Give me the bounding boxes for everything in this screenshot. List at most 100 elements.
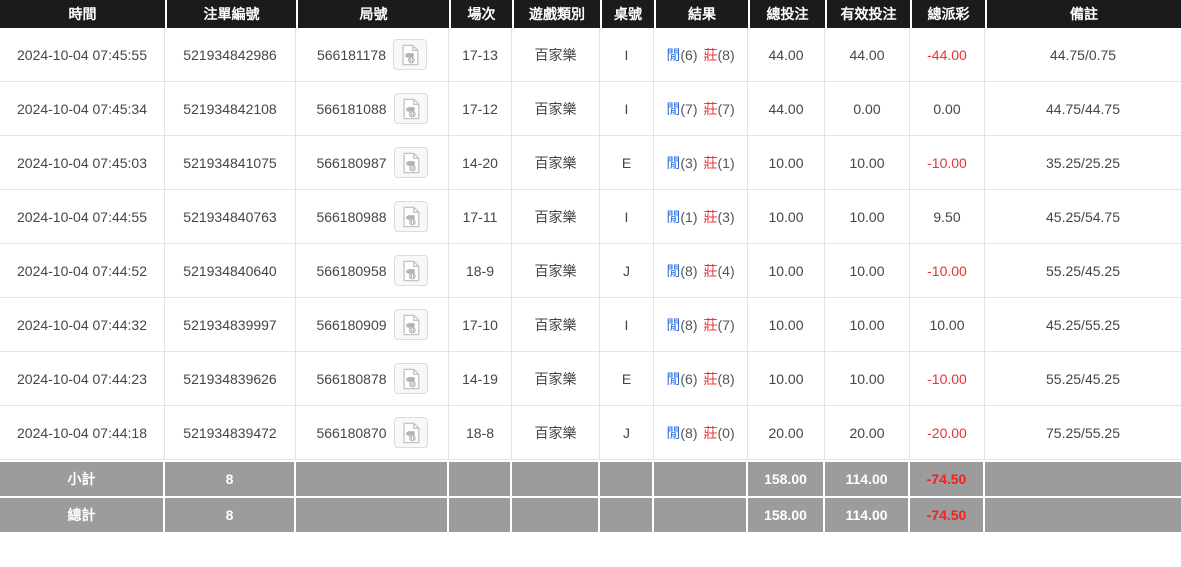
video-file-icon bbox=[400, 368, 422, 390]
subtotal-payout: -74.50 bbox=[910, 460, 985, 496]
col-header-remark: 備註 bbox=[985, 0, 1181, 28]
cell-table-number: I bbox=[600, 298, 654, 352]
cell-total-bet: 10.00 bbox=[748, 244, 825, 298]
result-banker-score: (3) bbox=[718, 209, 735, 225]
video-replay-button[interactable] bbox=[394, 93, 428, 124]
cell-result: 閒(8)莊(0) bbox=[654, 406, 748, 460]
cell-valid-bet: 10.00 bbox=[825, 298, 910, 352]
subtotal-empty-result bbox=[654, 460, 748, 496]
total-label: 總計 bbox=[0, 496, 165, 532]
result-banker-label: 莊 bbox=[704, 47, 718, 63]
cell-game-type: 百家樂 bbox=[512, 136, 600, 190]
total-total-bet: 158.00 bbox=[748, 496, 825, 532]
col-header-bet-number: 注單編號 bbox=[165, 0, 296, 28]
cell-time: 2024-10-04 07:44:52 bbox=[0, 244, 165, 298]
video-replay-button[interactable] bbox=[393, 39, 427, 70]
cell-table-number: I bbox=[600, 82, 654, 136]
result-banker-score: (8) bbox=[718, 47, 735, 63]
cell-game-type: 百家樂 bbox=[512, 190, 600, 244]
cell-table-number: J bbox=[600, 406, 654, 460]
result-player-label: 閒 bbox=[666, 425, 680, 441]
total-empty-remark bbox=[985, 496, 1181, 532]
cell-table-number: J bbox=[600, 244, 654, 298]
table-summary: 小計 8 158.00 114.00 -74.50 總計 8 158.00 11… bbox=[0, 460, 1181, 532]
cell-table-number: I bbox=[600, 190, 654, 244]
result-banker-score: (7) bbox=[718, 317, 735, 333]
round-number-text: 566181088 bbox=[316, 101, 386, 117]
cell-round-number: 566181088 bbox=[296, 82, 449, 136]
total-count: 8 bbox=[165, 496, 296, 532]
video-replay-button[interactable] bbox=[394, 309, 428, 340]
cell-result: 閒(7)莊(7) bbox=[654, 82, 748, 136]
subtotal-empty-round bbox=[296, 460, 449, 496]
cell-remark: 35.25/25.25 bbox=[985, 136, 1181, 190]
cell-session: 14-20 bbox=[449, 136, 512, 190]
cell-valid-bet: 10.00 bbox=[825, 352, 910, 406]
table-row: 2024-10-04 07:45:03 521934841075 5661809… bbox=[0, 136, 1181, 190]
cell-table-number: I bbox=[600, 28, 654, 82]
result-banker-label: 莊 bbox=[704, 101, 718, 117]
result-player-score: (6) bbox=[680, 47, 697, 63]
video-file-icon bbox=[400, 152, 422, 174]
cell-time: 2024-10-04 07:44:23 bbox=[0, 352, 165, 406]
cell-game-type: 百家樂 bbox=[512, 406, 600, 460]
subtotal-empty-table bbox=[600, 460, 654, 496]
cell-bet-number: 521934839997 bbox=[165, 298, 296, 352]
col-header-total-bet: 總投注 bbox=[748, 0, 825, 28]
subtotal-empty-session bbox=[449, 460, 512, 496]
bet-history-table: 時間 注單編號 局號 場次 遊戲類別 桌號 結果 總投注 有效投注 總派彩 備註… bbox=[0, 0, 1181, 532]
cell-total-bet: 10.00 bbox=[748, 136, 825, 190]
cell-round-number: 566180909 bbox=[296, 298, 449, 352]
table-row: 2024-10-04 07:45:55 521934842986 5661811… bbox=[0, 28, 1181, 82]
cell-total-bet: 10.00 bbox=[748, 298, 825, 352]
cell-game-type: 百家樂 bbox=[512, 82, 600, 136]
result-player-score: (6) bbox=[680, 371, 697, 387]
cell-session: 17-12 bbox=[449, 82, 512, 136]
table-body: 2024-10-04 07:45:55 521934842986 5661811… bbox=[0, 28, 1181, 460]
cell-valid-bet: 20.00 bbox=[825, 406, 910, 460]
video-file-icon bbox=[400, 98, 422, 120]
video-replay-button[interactable] bbox=[394, 201, 428, 232]
video-file-icon bbox=[400, 260, 422, 282]
cell-payout: -44.00 bbox=[910, 28, 985, 82]
video-replay-button[interactable] bbox=[394, 417, 428, 448]
cell-total-bet: 10.00 bbox=[748, 190, 825, 244]
subtotal-valid-bet: 114.00 bbox=[825, 460, 910, 496]
video-replay-button[interactable] bbox=[394, 363, 428, 394]
col-header-game-type: 遊戲類別 bbox=[512, 0, 600, 28]
col-header-result: 結果 bbox=[654, 0, 748, 28]
cell-session: 14-19 bbox=[449, 352, 512, 406]
subtotal-label: 小計 bbox=[0, 460, 165, 496]
table-row: 2024-10-04 07:45:34 521934842108 5661810… bbox=[0, 82, 1181, 136]
round-number-text: 566180988 bbox=[316, 209, 386, 225]
cell-remark: 45.25/55.25 bbox=[985, 298, 1181, 352]
cell-round-number: 566180878 bbox=[296, 352, 449, 406]
cell-session: 18-8 bbox=[449, 406, 512, 460]
subtotal-total-bet: 158.00 bbox=[748, 460, 825, 496]
result-player-score: (3) bbox=[680, 155, 697, 171]
cell-time: 2024-10-04 07:45:55 bbox=[0, 28, 165, 82]
result-banker-label: 莊 bbox=[704, 155, 718, 171]
cell-time: 2024-10-04 07:44:32 bbox=[0, 298, 165, 352]
video-replay-button[interactable] bbox=[394, 147, 428, 178]
cell-valid-bet: 10.00 bbox=[825, 244, 910, 298]
round-number-text: 566180878 bbox=[316, 371, 386, 387]
cell-table-number: E bbox=[600, 136, 654, 190]
total-empty-round bbox=[296, 496, 449, 532]
cell-session: 17-13 bbox=[449, 28, 512, 82]
cell-game-type: 百家樂 bbox=[512, 352, 600, 406]
total-empty-table bbox=[600, 496, 654, 532]
video-replay-button[interactable] bbox=[394, 255, 428, 286]
round-number-text: 566180987 bbox=[316, 155, 386, 171]
video-file-icon bbox=[400, 206, 422, 228]
col-header-session: 場次 bbox=[449, 0, 512, 28]
cell-remark: 44.75/44.75 bbox=[985, 82, 1181, 136]
col-header-time: 時間 bbox=[0, 0, 165, 28]
table-row: 2024-10-04 07:44:23 521934839626 5661808… bbox=[0, 352, 1181, 406]
cell-bet-number: 521934841075 bbox=[165, 136, 296, 190]
result-banker-label: 莊 bbox=[704, 263, 718, 279]
cell-result: 閒(8)莊(7) bbox=[654, 298, 748, 352]
cell-bet-number: 521934842986 bbox=[165, 28, 296, 82]
video-file-icon bbox=[400, 422, 422, 444]
cell-remark: 55.25/45.25 bbox=[985, 244, 1181, 298]
